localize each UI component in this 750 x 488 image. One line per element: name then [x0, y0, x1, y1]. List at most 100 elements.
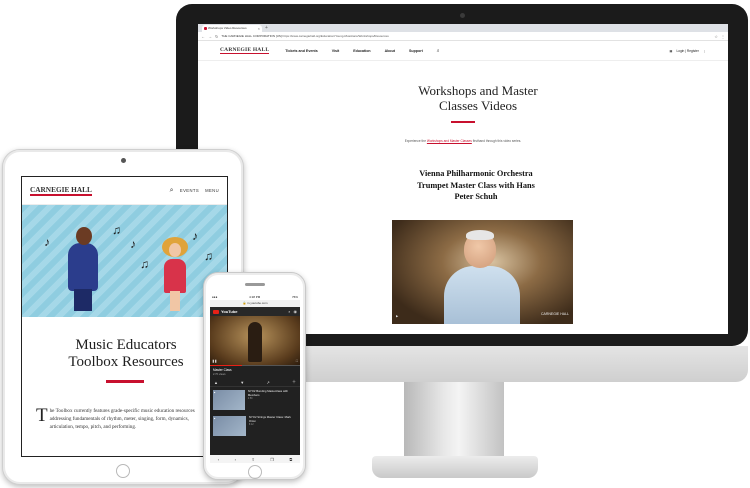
tablet-nav: ⌕ EVENTS MENU	[170, 187, 219, 195]
mobile-url: m.youtube.com	[247, 301, 268, 305]
intro-body: he Toolbox currently features grade-spec…	[49, 407, 195, 430]
phone-device: ●●● 4:18 PM 76% 🔒 m.youtube.com YouTube …	[203, 272, 306, 480]
nav-visit[interactable]: Visit	[332, 49, 340, 53]
add-icon[interactable]: ＋	[292, 379, 296, 385]
tablet-screen: CARNEGIE HALL ⌕ EVENTS MENU ♫ ♪ ♫ ♪ ♫ ♪ …	[21, 176, 228, 457]
video-title: Vienna Philharmonic Orchestra Trumpet Ma…	[417, 169, 535, 201]
music-note-icon: ♫	[140, 257, 149, 271]
share-icon[interactable]: ⇪	[251, 457, 254, 462]
lock-icon: 🔒	[242, 301, 247, 305]
bassoon-player-image	[248, 322, 262, 362]
video-progress-fill	[210, 364, 242, 366]
close-icon[interactable]: ×	[258, 25, 260, 32]
back-icon[interactable]: ←	[201, 34, 205, 39]
search-icon[interactable]: ⌕	[437, 48, 440, 54]
intro-before: Experience the	[404, 139, 427, 143]
singer-illustration	[162, 237, 188, 311]
youtube-wordmark: YouTube	[221, 309, 238, 314]
youtube-header: YouTube ⌕ ◉	[210, 307, 300, 316]
video-player[interactable]: ❚❚ ⛶	[210, 316, 300, 366]
play-icon: ▶	[214, 418, 216, 420]
mobile-address-bar[interactable]: 🔒 m.youtube.com	[210, 300, 300, 307]
nav-about[interactable]: About	[385, 49, 395, 53]
home-button[interactable]	[116, 464, 130, 478]
forward-icon[interactable]: →	[208, 34, 212, 39]
video-info: Master Class 2.7K views	[210, 366, 300, 378]
tablet-header: CARNEGIE HALL ⌕ EVENTS MENU	[22, 177, 227, 205]
intro-text: Experience the Workshops and Master Clas…	[198, 139, 728, 143]
play-pause-icon[interactable]: ❚❚	[212, 359, 217, 363]
share-icon[interactable]: ↗	[266, 380, 269, 385]
youtube-logo-icon[interactable]	[213, 309, 219, 314]
nav-menu[interactable]: MENU	[205, 188, 219, 193]
phone-speaker	[245, 283, 265, 286]
browser-toolbar: ← → ↻ THE CARNEGIE HALL CORPORATION [US]…	[198, 32, 728, 41]
browser-tab[interactable]: Workshops Video Resources ×	[202, 25, 262, 32]
address-bar[interactable]: THE CARNEGIE HALL CORPORATION [US] https…	[221, 34, 711, 38]
title-divider	[105, 380, 144, 383]
nav-tickets-events[interactable]: Tickets and Events	[285, 49, 318, 53]
site-nav: Tickets and Events Visit Education About…	[285, 48, 439, 54]
account-icon[interactable]: ◉	[294, 309, 298, 314]
carnegie-hall-logo[interactable]: CARNEGIE HALL	[220, 47, 270, 54]
video-thumbnail[interactable]: ▶ CARNEGIE HALL	[392, 220, 573, 324]
fullscreen-icon[interactable]: ⛶	[296, 359, 298, 363]
bookmarks-icon[interactable]: ❒	[270, 457, 274, 462]
youtube-actions: ⌕ ◉	[288, 309, 297, 314]
intro-link[interactable]: Workshops and Master Classes	[427, 139, 472, 143]
dropcap: T	[36, 404, 48, 426]
battery-level: 76%	[291, 295, 298, 299]
list-item-meta: 4:50	[247, 397, 253, 401]
title-divider	[451, 121, 475, 123]
video-meta: 2.7K views	[213, 373, 226, 376]
video-title: Master Class	[213, 368, 232, 372]
camera-dot	[460, 13, 465, 18]
bookmark-icon[interactable]: ☆	[714, 34, 718, 39]
video-overlay-icon: ▶	[396, 314, 399, 318]
presenter-image	[444, 230, 524, 324]
browser-menu-icon[interactable]: ⋮	[721, 34, 725, 39]
video-progress-bar[interactable]	[210, 364, 300, 366]
intro-after: firsthand through this video series.	[471, 139, 522, 143]
reload-icon[interactable]: ↻	[215, 34, 218, 39]
new-tab-icon[interactable]: +	[265, 25, 268, 32]
address-url: https://www.carnegiehall.org/Education/Y…	[282, 34, 389, 38]
login-register-link[interactable]: Login | Register	[677, 49, 699, 53]
page-title: Music Educators Toolbox Resources	[68, 337, 184, 370]
home-button[interactable]	[248, 465, 262, 479]
search-icon[interactable]: ⌕	[170, 187, 174, 195]
signal-icon: ●●●	[212, 295, 218, 299]
tablet-camera	[121, 158, 126, 163]
music-note-icon: ♪	[192, 229, 198, 243]
phone-screen: ●●● 4:18 PM 76% 🔒 m.youtube.com YouTube …	[210, 295, 300, 463]
carnegie-hall-logo[interactable]: CARNEGIE HALL	[30, 185, 92, 196]
video-actions: ▲ ▼ ↗ ＋	[210, 378, 300, 387]
back-icon[interactable]: ‹	[218, 457, 219, 462]
site-header: CARNEGIE HALL Tickets and Events Visit E…	[198, 41, 728, 61]
play-icon: ▶	[214, 392, 216, 394]
browser-tab-title: Workshops Video Resources	[208, 26, 247, 30]
nav-education[interactable]: Education	[353, 49, 370, 53]
forward-icon[interactable]: ›	[235, 457, 236, 462]
list-item[interactable]: ▶ NYO2 Bonding Masterclass with Members …	[210, 387, 300, 413]
dislike-icon[interactable]: ▼	[240, 380, 244, 385]
list-item-title: NYO2 Bonding Masterclass with Members	[247, 389, 288, 397]
singer-illustration	[68, 227, 98, 311]
like-icon[interactable]: ▲	[214, 380, 218, 385]
music-note-icon: ♪	[44, 235, 50, 249]
more-icon[interactable]: ⋮	[703, 49, 706, 53]
list-item-title: NYO2 Strings Master Class: Mark Orton	[248, 415, 291, 423]
browser-tab-strip: Workshops Video Resources × +	[198, 24, 728, 32]
list-item-meta: 6:12	[248, 423, 254, 427]
nav-support[interactable]: Support	[409, 49, 423, 53]
grid-icon[interactable]: ▦	[670, 49, 673, 53]
list-item[interactable]: ▶ NYO2 Strings Master Class: Mark Orton …	[210, 413, 300, 439]
tabs-icon[interactable]: ⧉	[289, 457, 292, 462]
monitor-foot	[372, 456, 538, 478]
search-icon[interactable]: ⌕	[288, 309, 290, 314]
nav-events[interactable]: EVENTS	[180, 188, 199, 193]
hero-illustration: ♫ ♪ ♫ ♪ ♫ ♪	[22, 205, 227, 317]
video-thumbnail: ▶	[213, 416, 246, 436]
music-note-icon: ♫	[204, 249, 213, 263]
account-area: ▦ Login | Register ⋮	[670, 49, 706, 53]
